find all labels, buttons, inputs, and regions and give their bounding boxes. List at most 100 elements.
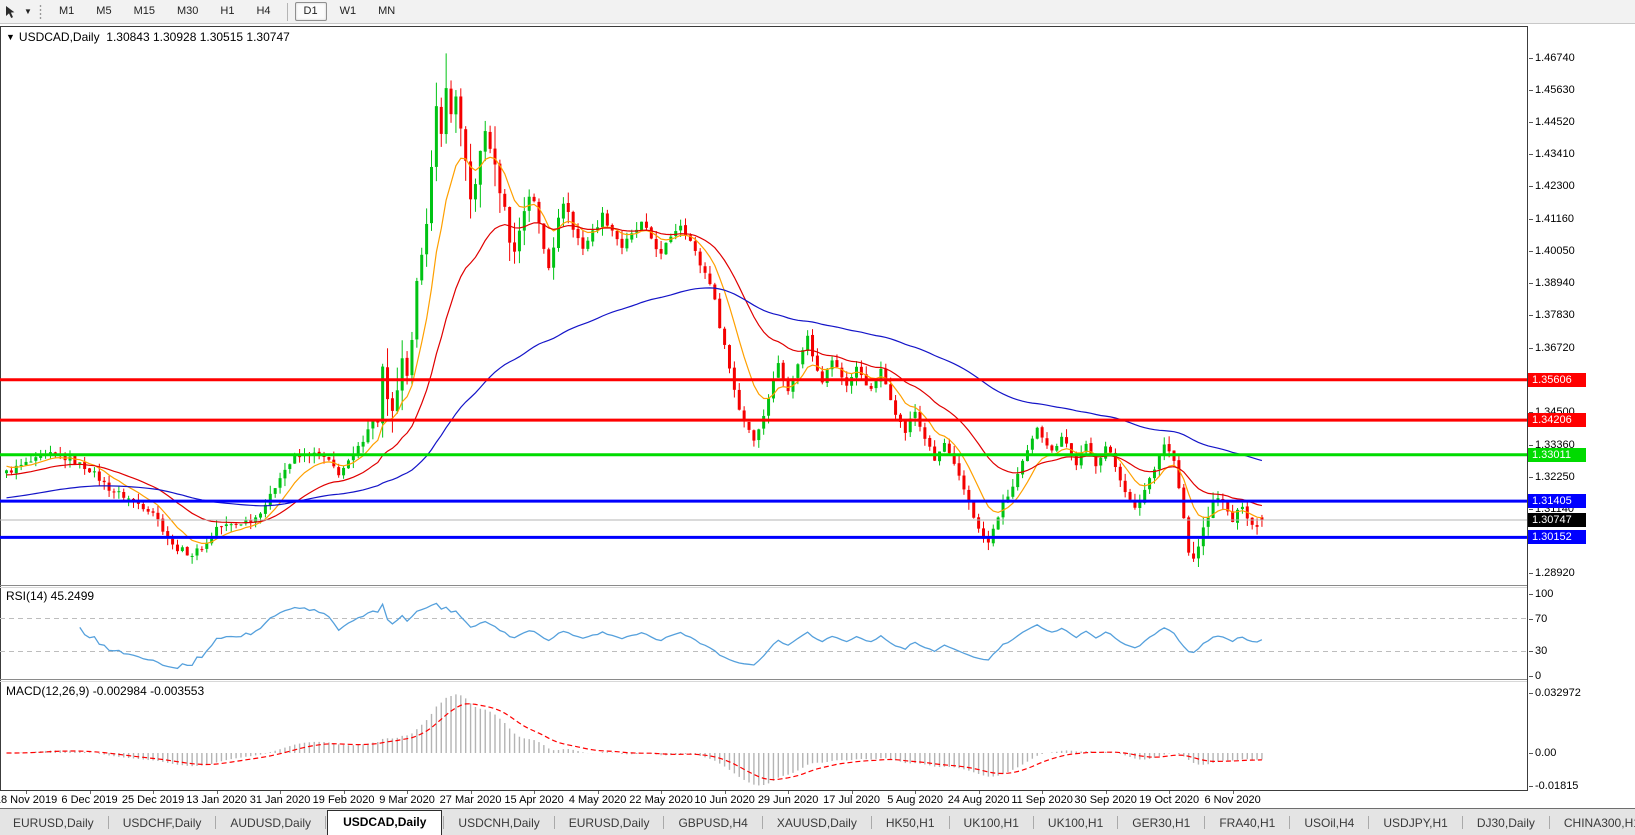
level-price-badge: 1.31405	[1528, 494, 1586, 508]
chart-title: ▼ USDCAD,Daily 1.30843 1.30928 1.30515 1.…	[6, 30, 290, 44]
price-axis-tick: 1.42300	[1535, 180, 1575, 192]
chart-tab-dj30-daily[interactable]: DJ30,Daily	[1464, 812, 1548, 835]
price-axis-tick: 1.38940	[1535, 277, 1575, 289]
chart-symbol-label: USDCAD,Daily	[19, 30, 100, 44]
date-axis-label: 13 Jan 2020	[186, 794, 247, 806]
chart-tab-hk50-h1[interactable]: HK50,H1	[873, 812, 948, 835]
tab-separator	[443, 816, 444, 829]
tab-separator	[1117, 816, 1118, 829]
date-axis-label: 27 Mar 2020	[440, 794, 502, 806]
chart-tab-xauusd-daily[interactable]: XAUUSD,Daily	[764, 812, 870, 835]
chart-tab-uk100-h1[interactable]: UK100,H1	[1035, 812, 1116, 835]
date-axis-label: 30 Sep 2020	[1074, 794, 1136, 806]
date-axis-label: 25 Dec 2019	[122, 794, 184, 806]
date-axis-label: 24 Aug 2020	[948, 794, 1010, 806]
toolbar-separator	[287, 3, 288, 21]
chart-tools-dropdown-caret[interactable]: ▼	[21, 7, 35, 16]
chart-tab-usdcnh-daily[interactable]: USDCNH,Daily	[445, 812, 552, 835]
date-axis-label: 9 Mar 2020	[379, 794, 435, 806]
tab-separator	[1289, 816, 1290, 829]
level-price-badge: 1.33011	[1528, 448, 1586, 462]
tab-separator	[1204, 816, 1205, 829]
timeframe-button-mn[interactable]: MN	[369, 2, 404, 21]
chart-tab-usdcad-daily[interactable]: USDCAD,Daily	[327, 810, 442, 835]
chart-tab-eurusd-daily[interactable]: EURUSD,Daily	[556, 812, 663, 835]
price-axis-tick: 1.43410	[1535, 148, 1575, 160]
price-axis-tick: 1.41160	[1535, 213, 1574, 225]
level-price-badge: 1.34206	[1528, 413, 1586, 427]
level-price-badge: 1.35606	[1528, 373, 1586, 387]
tab-separator	[108, 816, 109, 829]
price-axis[interactable]: 1.46740 1.45630 1.44520 1.43410 1.42300 1.411…	[1527, 26, 1635, 791]
date-axis-label: 6 Nov 2020	[1204, 794, 1260, 806]
tab-separator	[1549, 816, 1550, 829]
chart-tab-china300-h1[interactable]: CHINA300,H1	[1551, 812, 1635, 835]
rsi-indicator-label: RSI(14) 45.2499	[6, 589, 94, 603]
chart-panes[interactable]: ▼ USDCAD,Daily 1.30843 1.30928 1.30515 1.…	[0, 26, 1527, 791]
chart-tab-fra40-h1[interactable]: FRA40,H1	[1206, 812, 1288, 835]
rsi-axis-tick: 100	[1535, 588, 1553, 600]
tab-separator	[1033, 816, 1034, 829]
tab-separator	[554, 816, 555, 829]
price-axis-tick: 1.40050	[1535, 245, 1575, 257]
price-axis-tick: 1.46740	[1535, 52, 1575, 64]
date-axis-label: 19 Oct 2020	[1139, 794, 1199, 806]
tab-separator	[1368, 816, 1369, 829]
date-axis-label: 17 Jul 2020	[823, 794, 880, 806]
tab-separator	[1462, 816, 1463, 829]
chart-tab-uk100-h1[interactable]: UK100,H1	[951, 812, 1032, 835]
date-axis-label: 29 Jun 2020	[758, 794, 819, 806]
tab-separator	[762, 816, 763, 829]
chart-tab-eurusd-daily[interactable]: EURUSD,Daily	[0, 812, 107, 835]
chart-tab-gbpusd-h4[interactable]: GBPUSD,H4	[665, 812, 760, 835]
top-toolbar: ▼ M1M5 M15M30H1H4 D1W1MN	[0, 0, 1635, 24]
chart-tab-usdchf-daily[interactable]: USDCHF,Daily	[110, 812, 215, 835]
rsi-axis-tick: 0	[1535, 670, 1541, 682]
chart-cursor-icon[interactable]	[1, 4, 21, 20]
tab-separator	[949, 816, 950, 829]
date-axis-label: 10 Jun 2020	[694, 794, 755, 806]
chart-ohlc-values: 1.30843 1.30928 1.30515 1.30747	[106, 30, 290, 44]
date-axis-label: 11 Sep 2020	[1011, 794, 1073, 806]
timeframe-button-d1[interactable]: D1	[295, 2, 327, 21]
tab-separator	[871, 816, 872, 829]
price-axis-tick: 1.37830	[1535, 309, 1575, 321]
timeframe-button-m15[interactable]: M15	[125, 2, 164, 21]
price-axis-tick: 1.36720	[1535, 342, 1575, 354]
timeframe-button-h4[interactable]: H4	[247, 2, 279, 21]
timeframe-button-w1[interactable]: W1	[331, 2, 366, 21]
rsi-axis-tick: 30	[1535, 645, 1547, 657]
timeframe-button-m30[interactable]: M30	[168, 2, 207, 21]
toolbar-grip-handle[interactable]	[39, 4, 42, 20]
current-price-badge: 1.30747	[1528, 513, 1586, 527]
date-axis-label: 15 Apr 2020	[504, 794, 563, 806]
macd-axis-tick: 0.032972	[1535, 687, 1581, 699]
price-axis-tick: 1.32250	[1535, 471, 1575, 483]
timeframe-button-m5[interactable]: M5	[87, 2, 120, 21]
macd-indicator-label: MACD(12,26,9) -0.002984 -0.003553	[6, 684, 204, 698]
price-axis-tick: 1.28920	[1535, 567, 1575, 579]
macd-axis-tick: 0.00	[1535, 747, 1556, 759]
chart-tab-usoil-h4[interactable]: USOil,H4	[1291, 812, 1367, 835]
date-axis[interactable]: 18 Nov 20196 Dec 201925 Dec 201913 Jan 2…	[0, 791, 1635, 808]
chart-tab-ger30-h1[interactable]: GER30,H1	[1119, 812, 1203, 835]
tab-separator	[663, 816, 664, 829]
price-axis-tick: 1.45630	[1535, 84, 1575, 96]
date-axis-label: 19 Feb 2020	[313, 794, 375, 806]
chart-collapse-caret[interactable]: ▼	[6, 32, 15, 42]
date-axis-label: 31 Jan 2020	[250, 794, 311, 806]
timeframe-button-m1[interactable]: M1	[50, 2, 83, 21]
chart-canvas[interactable]	[0, 26, 1527, 791]
level-price-badge: 1.30152	[1528, 530, 1586, 544]
tab-separator	[215, 816, 216, 829]
chart-tab-bar: EURUSD,DailyUSDCHF,DailyAUDUSD,DailyUSDC…	[0, 808, 1635, 835]
chart-tab-audusd-daily[interactable]: AUDUSD,Daily	[217, 812, 324, 835]
date-axis-label: 18 Nov 2019	[0, 794, 57, 806]
timeframe-button-h1[interactable]: H1	[211, 2, 243, 21]
price-axis-tick: 1.44520	[1535, 116, 1575, 128]
chart-tab-usdjpy-h1[interactable]: USDJPY,H1	[1370, 812, 1460, 835]
date-axis-label: 4 May 2020	[569, 794, 626, 806]
rsi-axis-tick: 70	[1535, 613, 1547, 625]
date-axis-label: 5 Aug 2020	[887, 794, 943, 806]
tab-separator	[325, 816, 326, 829]
